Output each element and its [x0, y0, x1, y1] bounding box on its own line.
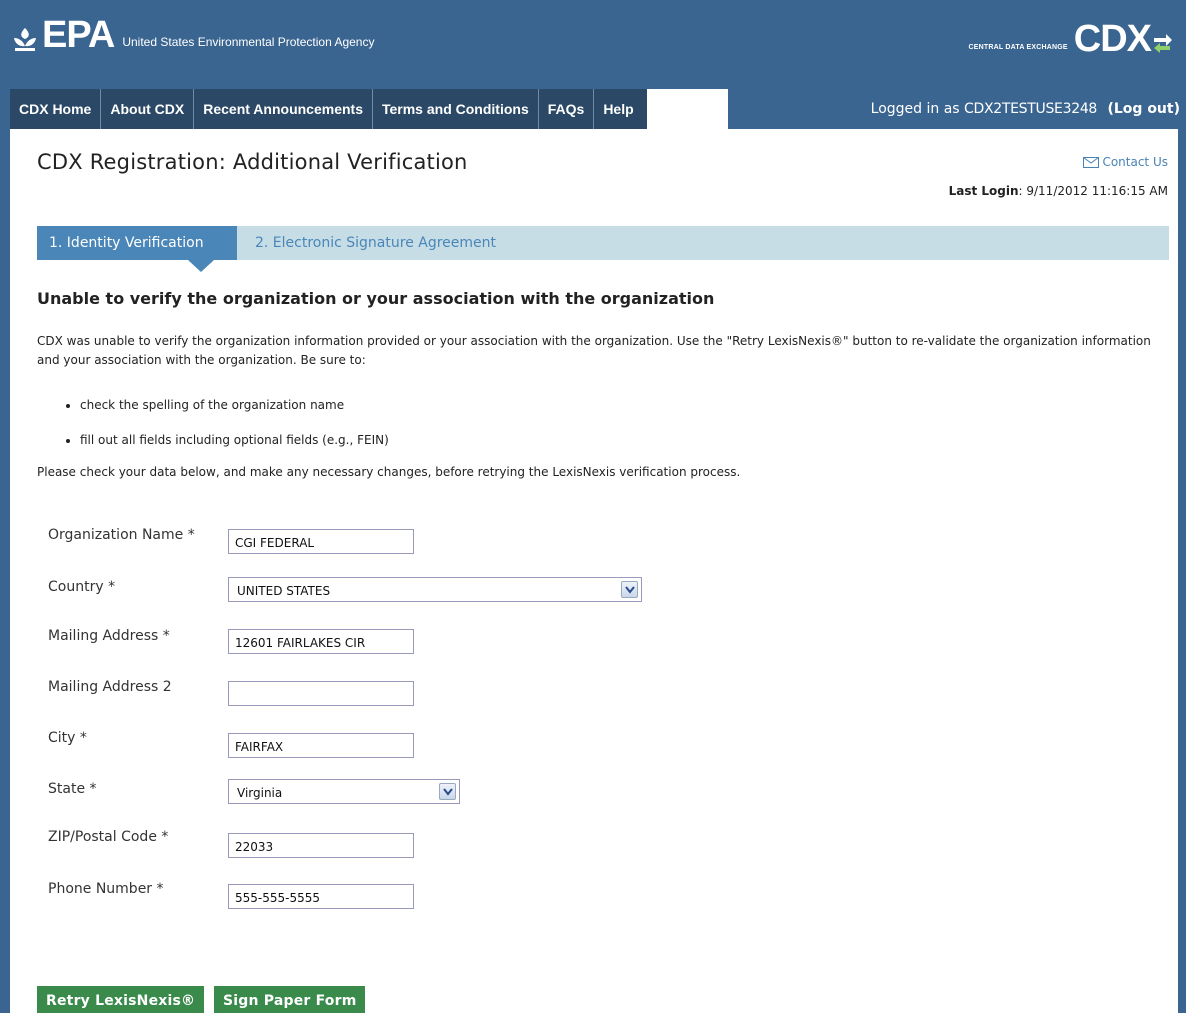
- epa-flower-icon: [14, 28, 36, 51]
- right-border: [1178, 129, 1186, 1013]
- state-select[interactable]: Virginia: [228, 779, 460, 804]
- mailing-address-2-input[interactable]: [228, 681, 414, 706]
- contact-us-label: Contact Us: [1102, 155, 1168, 169]
- cdx-subtitle: CENTRAL DATA EXCHANGE: [968, 44, 1068, 51]
- instruction-text: Please check your data below, and make a…: [37, 465, 741, 479]
- org-name-label: Organization Name *: [48, 527, 195, 543]
- city-label: City *: [48, 730, 87, 746]
- zip-label: ZIP/Postal Code *: [48, 829, 169, 845]
- epa-logo[interactable]: EPA United States Environmental Protecti…: [12, 14, 375, 56]
- nav-spacer: [0, 89, 10, 129]
- cdx-arrows-icon: [1154, 34, 1172, 53]
- cdx-logo[interactable]: CENTRAL DATA EXCHANGE CDX: [969, 20, 1172, 58]
- cdx-logo-text: CDX: [1073, 18, 1152, 60]
- nav-item-cdx-home[interactable]: CDX Home: [10, 89, 102, 129]
- step-identity-verification: 1. Identity Verification: [37, 226, 237, 260]
- nav-item-help[interactable]: Help: [594, 89, 646, 129]
- last-login-label: Last Login: [948, 184, 1019, 198]
- list-item: fill out all fields including optional f…: [80, 431, 389, 449]
- sign-paper-form-button[interactable]: Sign Paper Form: [214, 986, 366, 1013]
- mailing-address-input[interactable]: 12601 FAIRLAKES CIR: [228, 629, 414, 654]
- login-status: Logged in as CDX2TESTUSE3248 (Log out): [871, 89, 1180, 129]
- logout-link[interactable]: (Log out): [1107, 101, 1180, 117]
- phone-label: Phone Number *: [48, 881, 164, 897]
- last-login-value: : 9/11/2012 11:16:15 AM: [1018, 184, 1168, 198]
- nav-item-terms-and-conditions[interactable]: Terms and Conditions: [373, 89, 539, 129]
- state-value: Virginia: [237, 786, 283, 800]
- org-name-input[interactable]: CGI FEDERAL: [228, 529, 414, 554]
- phone-input[interactable]: 555-555-5555: [228, 884, 414, 909]
- nav-item-recent-announcements[interactable]: Recent Announcements: [194, 89, 373, 129]
- epa-logo-text: EPA: [42, 14, 115, 56]
- step-pointer: [188, 260, 214, 272]
- step-electronic-signature: 2. Electronic Signature Agreement: [255, 235, 497, 251]
- error-paragraph: CDX was unable to verify the organizatio…: [37, 334, 1151, 367]
- country-value: UNITED STATES: [237, 584, 331, 598]
- retry-lexisnexis-button[interactable]: Retry LexisNexis®: [37, 986, 205, 1013]
- chevron-down-icon[interactable]: [439, 783, 456, 800]
- mailing-address-label: Mailing Address *: [48, 628, 170, 644]
- nav-item-about-cdx[interactable]: About CDX: [101, 89, 195, 129]
- zip-input[interactable]: 22033: [228, 833, 414, 858]
- last-login: Last Login: 9/11/2012 11:16:15 AM: [949, 184, 1168, 198]
- agency-name: United States Environmental Protection A…: [122, 35, 375, 49]
- main-nav: CDX Home About CDX Recent Announcements …: [10, 89, 647, 129]
- chevron-down-icon[interactable]: [621, 581, 638, 598]
- contact-us-link[interactable]: Contact Us: [1083, 155, 1168, 169]
- nav-item-faqs[interactable]: FAQs: [539, 89, 595, 129]
- city-input[interactable]: FAIRFAX: [228, 733, 414, 758]
- list-item: check the spelling of the organization n…: [80, 396, 389, 414]
- country-select[interactable]: UNITED STATES: [228, 577, 642, 602]
- username: CDX2TESTUSE3248: [964, 101, 1098, 117]
- logged-in-prefix: Logged in as: [870, 101, 960, 117]
- page-title: CDX Registration: Additional Verificatio…: [37, 150, 468, 174]
- mailing-address-2-label: Mailing Address 2: [48, 679, 172, 695]
- mail-icon: [1083, 156, 1100, 168]
- tips-list: check the spelling of the organization n…: [80, 396, 389, 466]
- error-heading: Unable to verify the organization or you…: [37, 289, 715, 308]
- left-border: [0, 129, 10, 1013]
- state-label: State *: [48, 781, 97, 797]
- country-label: Country *: [48, 579, 116, 595]
- header-banner: EPA United States Environmental Protecti…: [0, 0, 1186, 89]
- step-indicator: 1. Identity Verification 2. Electronic S…: [37, 226, 1169, 272]
